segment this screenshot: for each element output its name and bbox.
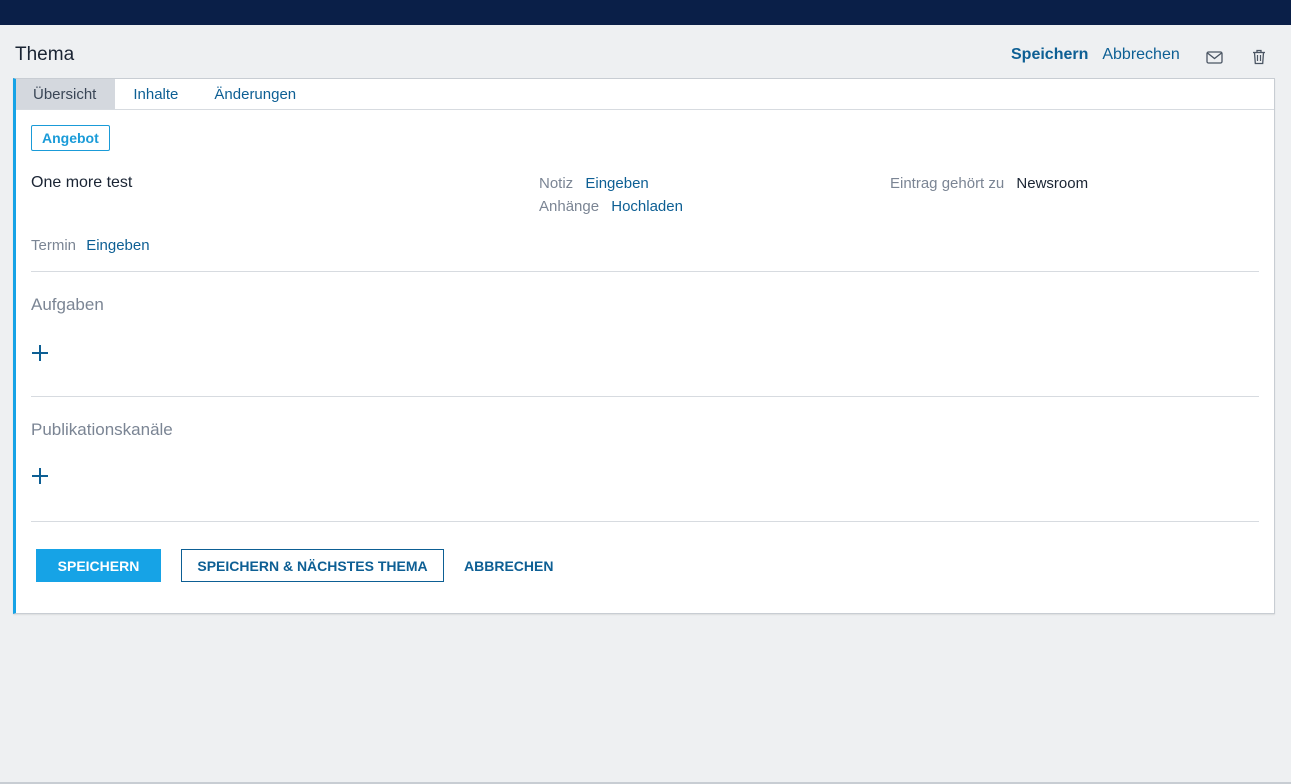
attachments-upload-link[interactable]: Hochladen bbox=[611, 198, 683, 215]
trash-icon[interactable] bbox=[1250, 48, 1268, 66]
save-and-next-button[interactable]: SPEICHERN & NÄCHSTES THEMA bbox=[181, 549, 444, 582]
owner-field: Eintrag gehört zu Newsroom bbox=[890, 175, 1088, 192]
date-enter-link[interactable]: Eingeben bbox=[86, 237, 149, 254]
date-label: Termin bbox=[31, 237, 77, 254]
owner-label: Eintrag gehört zu bbox=[890, 175, 1005, 192]
add-channel-plus-icon[interactable] bbox=[32, 468, 48, 484]
topic-title: One more test bbox=[31, 174, 133, 191]
type-badge[interactable]: Angebot bbox=[31, 125, 110, 151]
divider bbox=[31, 396, 1259, 397]
cancel-button[interactable]: ABBRECHEN bbox=[464, 549, 553, 582]
header-cancel-link[interactable]: Abbrechen bbox=[1102, 46, 1179, 64]
top-bar bbox=[0, 0, 1291, 25]
divider bbox=[31, 521, 1259, 522]
tab-contents[interactable]: Inhalte bbox=[115, 79, 196, 109]
channels-section-title: Publikationskanäle bbox=[31, 420, 173, 439]
divider bbox=[31, 271, 1259, 272]
owner-value: Newsroom bbox=[1016, 175, 1089, 192]
date-field: Termin Eingeben bbox=[31, 237, 150, 254]
add-task-plus-icon[interactable] bbox=[32, 345, 48, 361]
tab-overview[interactable]: Übersicht bbox=[16, 79, 116, 109]
topic-panel: Übersicht Inhalte Änderungen Angebot One… bbox=[13, 78, 1275, 614]
header-actions: Speichern Abbrechen bbox=[1011, 46, 1180, 64]
page-title: Thema bbox=[15, 44, 75, 65]
attachments-field: Anhänge Hochladen bbox=[539, 198, 683, 215]
note-enter-link[interactable]: Eingeben bbox=[585, 175, 648, 192]
note-label: Notiz bbox=[539, 175, 574, 192]
mail-icon[interactable] bbox=[1205, 48, 1223, 66]
tasks-section-title: Aufgaben bbox=[31, 295, 104, 314]
attachments-label: Anhänge bbox=[539, 198, 600, 215]
note-field: Notiz Eingeben bbox=[539, 175, 649, 192]
tab-bar: Übersicht Inhalte Änderungen bbox=[16, 79, 1274, 110]
header-save-link[interactable]: Speichern bbox=[1011, 46, 1088, 64]
save-button[interactable]: SPEICHERN bbox=[36, 549, 161, 582]
tab-changes[interactable]: Änderungen bbox=[196, 79, 314, 109]
